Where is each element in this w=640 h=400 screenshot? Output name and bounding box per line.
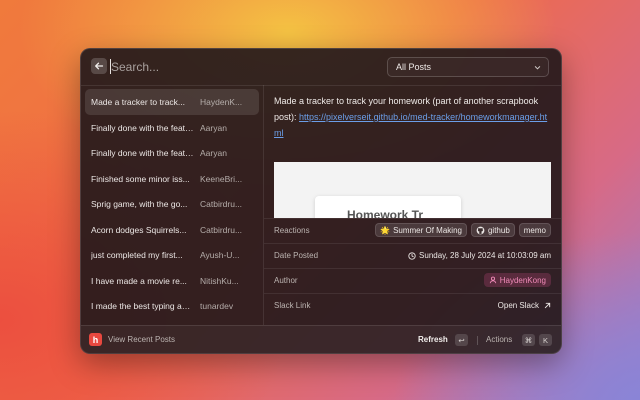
post-title: just completed my first... <box>91 250 183 260</box>
filter-dropdown[interactable]: All Posts <box>387 57 549 77</box>
list-item[interactable]: Finally done with the featur... Aaryan <box>85 140 259 166</box>
action-bar: h View Recent Posts Refresh ↩ Actions ⌘ … <box>81 325 561 353</box>
date-label: Date Posted <box>274 251 319 260</box>
post-list: Made a tracker to track... HaydenK... Fi… <box>85 89 259 319</box>
author-row: Author HaydenKong <box>264 268 561 293</box>
reaction-name: Summer Of Making <box>393 225 462 235</box>
author-tag: HaydenKong <box>483 273 551 287</box>
post-title: Finished some minor iss... <box>91 173 190 184</box>
list-item[interactable]: Acorn dodges Squirrels... Catbirdru... <box>85 217 259 243</box>
slack-row: Slack Link Open Slack <box>264 293 561 318</box>
filter-dropdown-label: All Posts <box>396 62 432 72</box>
reaction-emoji: 🌟 <box>380 225 391 235</box>
post-title: I made the best typing ani... <box>91 301 194 311</box>
person-icon <box>489 276 496 284</box>
action-separator <box>477 336 478 345</box>
clock-icon <box>408 251 416 260</box>
post-title: Acorn dodges Squirrels... <box>91 224 187 235</box>
author-label: Author <box>274 276 298 285</box>
post-title: Made a tracker to track... <box>91 97 186 107</box>
post-title: Sprig game, with the go... <box>91 199 188 209</box>
refresh-shortcut-key: ↩ <box>455 334 468 346</box>
app-logo: h <box>89 333 102 346</box>
post-author: tunardev <box>200 301 234 311</box>
post-title: Finally done with the featur... <box>91 122 194 133</box>
reaction-name: github <box>487 225 510 235</box>
post-title: Finally done with the featur... <box>91 148 194 158</box>
list-item[interactable]: just completed my first... Ayush-U... <box>85 242 259 268</box>
chevron-down-icon <box>534 66 541 70</box>
view-recent-posts[interactable]: View Recent Posts <box>108 335 175 344</box>
back-button[interactable] <box>91 58 107 74</box>
post-description: Made a tracker to track your homework (p… <box>274 93 550 141</box>
list-item[interactable]: I have made a movie re... NitishKu... <box>85 268 259 294</box>
actions-shortcut-cmd-key: ⌘ <box>522 334 535 346</box>
list-item[interactable]: Made a tracker to track... HaydenK... <box>85 89 259 115</box>
refresh-button[interactable]: Refresh <box>418 335 448 344</box>
reaction-tag: github <box>470 223 515 237</box>
list-item[interactable]: I made the best typing ani... tunardev <box>85 293 259 319</box>
app-window: All Posts Made a tracker to track... Hay… <box>80 48 562 354</box>
post-title: I have made a movie re... <box>91 275 187 286</box>
list-item[interactable]: Finally done with the featur... Aaryan <box>85 115 259 141</box>
arrow-left-icon <box>95 62 104 70</box>
post-author: Catbirdru... <box>200 199 243 209</box>
reactions-label: Reactions <box>274 226 310 235</box>
reaction-tag: 🌟 Summer Of Making <box>375 223 467 237</box>
slack-label: Slack Link <box>274 301 311 310</box>
list-item[interactable]: Sprig game, with the go... Catbirdru... <box>85 191 259 217</box>
github-icon <box>476 226 485 234</box>
post-image-preview: Homework Tr <box>274 162 551 218</box>
search-input[interactable] <box>111 58 351 76</box>
reaction-tag: memo <box>518 223 551 237</box>
reactions-row: Reactions 🌟 Summer Of Making github memo <box>264 218 561 243</box>
post-author: Ayush-U... <box>200 250 240 260</box>
actions-shortcut-k-key: K <box>539 334 552 346</box>
post-author: HaydenK... <box>200 97 243 107</box>
list-item[interactable]: Finished some minor iss... KeeneBri... <box>85 166 259 192</box>
post-author: Aaryan <box>200 122 227 133</box>
open-slack-label: Open Slack <box>497 301 539 310</box>
open-slack-link[interactable]: Open Slack <box>498 301 551 310</box>
preview-heading: Homework Tr <box>347 208 424 218</box>
arrow-up-right-icon <box>544 302 551 309</box>
post-author: NitishKu... <box>200 275 239 286</box>
post-author: Catbirdru... <box>200 224 243 235</box>
date-row: Date Posted Sunday, 28 July 2024 at 10:0… <box>264 243 561 268</box>
date-value: Sunday, 28 July 2024 at 10:03:09 am <box>419 251 551 260</box>
preview-card: Homework Tr <box>315 196 461 218</box>
post-author: KeeneBri... <box>200 173 243 184</box>
post-link[interactable]: https://pixelverseit.github.io/med-track… <box>274 112 547 138</box>
search-bar: All Posts <box>81 49 561 86</box>
reaction-name: memo <box>523 225 546 235</box>
actions-button[interactable]: Actions <box>486 335 512 344</box>
post-metadata: Reactions 🌟 Summer Of Making github memo <box>264 218 561 318</box>
post-author: Aaryan <box>200 148 227 158</box>
author-value: HaydenKong <box>499 275 546 285</box>
